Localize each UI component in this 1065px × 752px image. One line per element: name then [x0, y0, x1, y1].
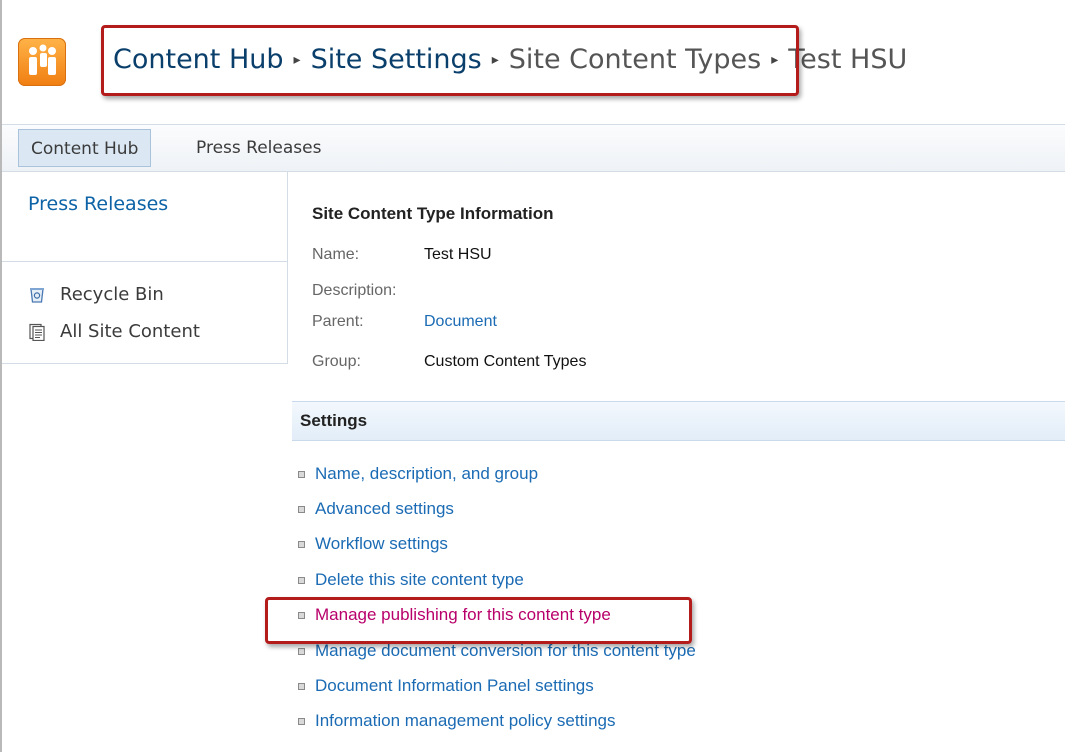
settings-section-header: Settings [292, 401, 1065, 441]
section-title-site-content-type-information: Site Content Type Information [312, 204, 554, 223]
breadcrumb-highlight-box [101, 25, 799, 96]
settings-link-label: Document Information Panel settings [315, 676, 594, 695]
settings-link-label: Name, description, and group [315, 464, 539, 483]
settings-link-manage-document-conversion[interactable]: Manage document conversion for this cont… [298, 641, 696, 661]
manage-publishing-highlight-box [265, 597, 692, 644]
field-value-group: Custom Content Types [424, 353, 587, 370]
field-label-group: Group: [312, 353, 361, 370]
field-label-name: Name: [312, 246, 360, 263]
bullet-icon [298, 647, 305, 655]
settings-link-label: Information management policy settings [315, 711, 616, 730]
quick-launch-divider [2, 261, 288, 262]
breadcrumb-current-page: Test HSU [788, 44, 908, 75]
recycle-bin-label: Recycle Bin [60, 284, 164, 305]
tab-content-hub[interactable]: Content Hub [18, 129, 152, 167]
quick-launch: Press Releases Recycle Bin All Site Cont… [2, 172, 288, 364]
quick-launch-press-releases[interactable]: Press Releases [28, 193, 168, 215]
settings-section-title: Settings [300, 411, 368, 430]
all-site-content-icon [28, 323, 46, 341]
settings-link-advanced-settings[interactable]: Advanced settings [298, 499, 454, 519]
settings-link-label: Manage document conversion for this cont… [315, 641, 696, 660]
all-site-content-link[interactable]: All Site Content [28, 321, 200, 342]
settings-link-name-description-group[interactable]: Name, description, and group [298, 464, 538, 484]
bullet-icon [298, 470, 305, 478]
recycle-bin-icon [28, 286, 46, 304]
field-value-name: Test HSU [424, 246, 492, 263]
settings-link-workflow-settings[interactable]: Workflow settings [298, 534, 448, 554]
settings-link-label: Advanced settings [315, 499, 454, 518]
bullet-icon [298, 540, 305, 548]
all-site-content-label: All Site Content [60, 321, 200, 342]
parent-document-link[interactable]: Document [424, 313, 497, 331]
settings-link-label: Delete this site content type [315, 570, 524, 589]
top-navigation-bar: Content Hub Press Releases [2, 124, 1065, 172]
settings-link-delete-content-type[interactable]: Delete this site content type [298, 570, 524, 590]
settings-link-label: Workflow settings [315, 534, 448, 553]
bullet-icon [298, 505, 305, 513]
main-content: Site Content Type Information Name: Test… [288, 172, 1065, 752]
bullet-icon [298, 717, 305, 725]
field-label-description: Description: [312, 282, 397, 299]
settings-link-information-management-policy[interactable]: Information management policy settings [298, 711, 616, 731]
bullet-icon [298, 682, 305, 690]
recycle-bin-link[interactable]: Recycle Bin [28, 284, 164, 305]
site-logo-icon[interactable] [18, 38, 66, 86]
tab-press-releases[interactable]: Press Releases [184, 129, 333, 167]
bullet-icon [298, 576, 305, 584]
field-label-parent: Parent: [312, 313, 364, 330]
settings-link-document-information-panel[interactable]: Document Information Panel settings [298, 676, 594, 696]
